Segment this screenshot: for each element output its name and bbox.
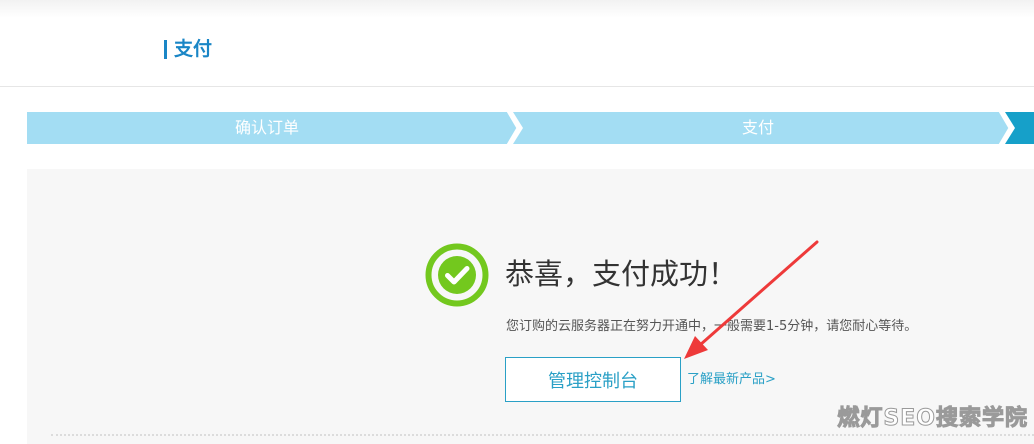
page-title-text: 支付 xyxy=(174,38,213,60)
learn-latest-products-link[interactable]: 了解最新产品> xyxy=(687,371,776,389)
page-title: 支付 xyxy=(164,37,212,61)
success-description: 您订购的云服务器正在努力开通中，一般需要1-5分钟，请您耐心等待。 xyxy=(506,319,918,334)
panel-divider xyxy=(51,434,1034,436)
console-button[interactable]: 管理控制台 xyxy=(505,357,681,402)
title-accent-bar xyxy=(164,39,167,59)
watermark-logo: 燃灯SEO搜索学院 xyxy=(837,406,1028,432)
step-2-label: 支付 xyxy=(741,118,774,137)
step-progress-bar: 确认订单 支付 xyxy=(27,112,1034,144)
top-header: 支付 xyxy=(0,0,1034,87)
step-1-label: 确认订单 xyxy=(234,118,299,137)
check-circle-icon xyxy=(425,243,489,307)
success-title: 恭喜，支付成功！ xyxy=(505,257,738,291)
header-shadow xyxy=(0,0,1034,18)
